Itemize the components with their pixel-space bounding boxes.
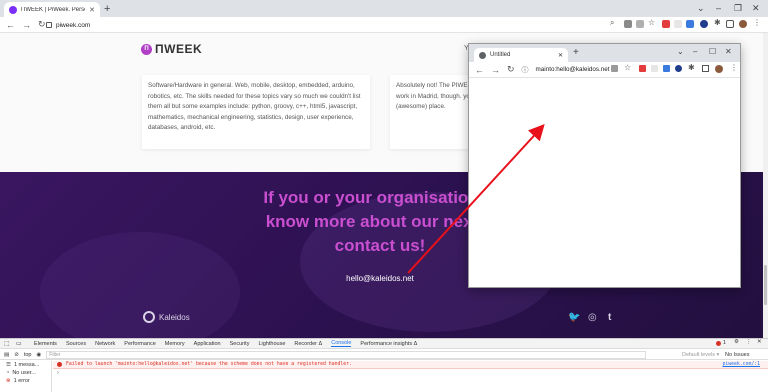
- console-sidebar: ☰ 1 messa... ◔ No user... ⊗ 1 error: [0, 361, 52, 392]
- sidebar-item-label: 1 messa...: [13, 362, 40, 368]
- error-counter[interactable]: 1: [716, 340, 726, 346]
- devtools-tab[interactable]: Sources: [66, 341, 86, 347]
- sidebar-item-label: No user...: [12, 370, 36, 376]
- devtools-tab[interactable]: Performance insights Δ: [360, 341, 417, 347]
- devtools-panel: ⬚ ▭ Elements Sources Network Performance…: [0, 338, 768, 392]
- devtools-tab[interactable]: Recorder Δ: [294, 341, 322, 347]
- device-toggle-icon[interactable]: ▭: [16, 340, 22, 347]
- error-icon: [57, 362, 62, 367]
- error-icon: ⊗: [6, 378, 11, 384]
- error-count: 1: [723, 340, 727, 346]
- list-icon: ☰: [6, 362, 11, 368]
- close-icon[interactable]: ✕: [757, 339, 762, 345]
- filter-input[interactable]: Filter: [46, 350, 647, 359]
- devtools-tabs: ⬚ ▭ Elements Sources Network Performance…: [0, 339, 768, 349]
- devtools-tab[interactable]: Elements: [34, 341, 57, 347]
- sidebar-item-errors[interactable]: ⊗ 1 error: [0, 377, 51, 385]
- levels-dropdown[interactable]: Default levels ▾: [682, 352, 719, 358]
- sidebar-item-label: 1 error: [13, 378, 30, 384]
- error-icon: [716, 340, 721, 346]
- eye-icon[interactable]: ◉: [36, 352, 41, 358]
- devtools-tab[interactable]: Performance: [124, 341, 156, 347]
- error-text: Failed to launch 'mainto:hello@kaleidos.…: [66, 362, 352, 367]
- devtools-tab[interactable]: Lighthouse: [258, 341, 285, 347]
- gear-icon[interactable]: ⚙: [734, 339, 739, 345]
- context-select[interactable]: top: [24, 352, 32, 358]
- console-error-message[interactable]: Failed to launch 'mainto:hello@kaleidos.…: [53, 361, 768, 369]
- user-icon: ◔: [6, 370, 10, 376]
- clear-console-icon[interactable]: ⊘: [14, 352, 19, 358]
- tab-console[interactable]: Console: [331, 340, 352, 347]
- inspect-icon[interactable]: ⬚: [4, 340, 10, 347]
- sidebar-toggle-icon[interactable]: ▤: [4, 352, 9, 358]
- devtools-tab[interactable]: Application: [194, 341, 221, 347]
- console-filter-bar: ▤ ⊘ top ◉ Filter Default levels ▾ No Iss…: [0, 350, 768, 360]
- arrow-line: [407, 124, 545, 274]
- devtools-tab[interactable]: Memory: [165, 341, 185, 347]
- sidebar-item-user[interactable]: ◔ No user...: [0, 369, 51, 377]
- devtools-tab[interactable]: Security: [230, 341, 250, 347]
- console-prompt-icon[interactable]: ›: [57, 370, 59, 376]
- annotation-arrow: [407, 124, 545, 274]
- sidebar-item-messages[interactable]: ☰ 1 messa...: [0, 361, 51, 369]
- menu-kebab-icon[interactable]: ⋮: [746, 339, 752, 345]
- devtools-tab[interactable]: Network: [95, 341, 115, 347]
- issues-link[interactable]: No Issues: [725, 352, 749, 358]
- error-source-link[interactable]: piweek.com/:1: [722, 362, 760, 367]
